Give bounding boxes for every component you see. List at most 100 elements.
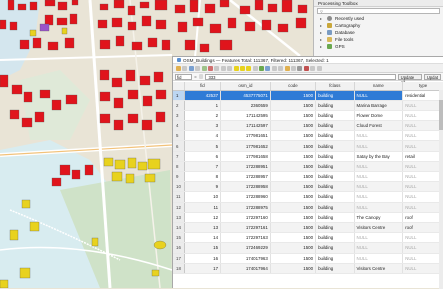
table-cell[interactable]: NULL (354, 181, 404, 193)
toolbox-item-cartography[interactable]: ▸ Cartography (314, 22, 443, 29)
table-cell[interactable]: 1500 (270, 191, 317, 203)
table-cell[interactable]: 10 (184, 191, 222, 203)
table-cell[interactable]: NULL (354, 90, 404, 101)
select-expression-icon[interactable] (233, 65, 239, 71)
table-row[interactable]: 5 4 177981651 1500 building NULL NULL (173, 130, 443, 142)
row-number-cell[interactable]: 15 (173, 232, 185, 244)
table-row[interactable]: 8 7 172288951 1500 building NULL NULL (173, 161, 443, 173)
table-cell[interactable]: building (315, 263, 355, 274)
row-number-cell[interactable]: 1 (173, 90, 185, 101)
table-row[interactable]: 18 17 174017964 1500 building Visitors Centre… (173, 263, 443, 274)
field-calculator-icon[interactable] (297, 65, 303, 71)
table-row[interactable]: 15 14 172297163 1500 building NULL NULL (173, 232, 443, 244)
table-cell[interactable]: NULL (402, 263, 443, 274)
table-cell[interactable]: NULL (402, 130, 443, 142)
expand-arrow-icon[interactable]: ▸ (320, 29, 324, 36)
table-cell[interactable]: NULL (354, 130, 404, 142)
row-number-cell[interactable]: 12 (173, 202, 185, 213)
table-row[interactable]: 14 13 172297161 1500 building Visitors Centre… (173, 222, 443, 234)
expression-input[interactable]: 333 (205, 73, 396, 80)
table-row[interactable]: 4 3 171142597 1500 building Cloud Forest NULL (173, 120, 443, 132)
table-row[interactable]: 17 16 174017963 1500 building NULL NULL (173, 253, 443, 264)
toggle-edit-icon[interactable] (176, 65, 181, 71)
row-number-cell[interactable]: 11 (173, 191, 185, 203)
row-number-cell[interactable]: 18 (173, 263, 185, 274)
conditional-formatting-icon[interactable] (303, 65, 309, 71)
row-number-cell[interactable]: 8 (173, 161, 185, 173)
table-cell[interactable]: building (315, 161, 355, 173)
update-selected-button[interactable]: Updat (423, 73, 441, 80)
table-cell[interactable]: NULL (402, 242, 443, 254)
update-all-button[interactable]: Update All (397, 73, 422, 85)
table-cell[interactable]: NULL (402, 202, 443, 213)
row-number-cell[interactable]: 3 (173, 110, 185, 122)
table-cell[interactable]: 1500 (270, 140, 317, 152)
table-cell[interactable]: 171142597 (220, 120, 271, 132)
actions-icon[interactable] (316, 65, 322, 71)
reload-icon[interactable] (195, 65, 201, 71)
save-edits-icon[interactable] (188, 65, 194, 71)
table-cell[interactable]: NULL (402, 181, 443, 193)
table-cell[interactable]: 5 (184, 140, 222, 152)
table-cell[interactable]: NULL (402, 100, 443, 111)
table-cell[interactable]: building (315, 191, 355, 203)
move-selection-top-icon[interactable] (265, 65, 271, 71)
row-number-cell[interactable]: 2 (173, 100, 185, 111)
table-cell[interactable]: NULL (402, 110, 443, 122)
table-cell[interactable]: NULL (354, 242, 404, 254)
table-cell[interactable]: building (315, 222, 355, 234)
table-cell[interactable]: building (315, 181, 355, 193)
table-cell[interactable]: building (315, 140, 355, 152)
row-number-cell[interactable]: 16 (173, 242, 185, 254)
table-cell[interactable]: NULL (402, 191, 443, 203)
table-cell[interactable]: 172469229 (220, 242, 271, 254)
table-cell[interactable]: 1500 (270, 263, 317, 274)
table-cell[interactable]: roof (402, 212, 443, 223)
table-cell[interactable]: 1500 (270, 110, 317, 122)
table-cell[interactable]: Cloud Forest (354, 120, 404, 132)
column-header[interactable]: fclass (315, 82, 355, 91)
table-cell[interactable]: NULL (354, 253, 404, 264)
table-cell[interactable]: 172288957 (220, 171, 271, 183)
table-cell[interactable]: building (315, 130, 355, 142)
table-cell[interactable]: NULL (402, 161, 443, 173)
table-cell[interactable]: 174017963 (220, 253, 271, 264)
zoom-to-selected-icon[interactable] (278, 65, 284, 71)
table-row[interactable]: 9 8 172288957 1500 building NULL NULL (173, 171, 443, 183)
vertical-scrollbar[interactable] (439, 90, 443, 289)
filter-icon[interactable] (259, 65, 265, 71)
table-cell[interactable]: 8 (184, 171, 222, 183)
table-cell[interactable]: NULL (354, 232, 404, 244)
table-cell[interactable]: Visitors Centre (354, 263, 404, 274)
table-cell[interactable]: retail (402, 151, 443, 162)
table-cell[interactable]: building (315, 232, 355, 244)
multi-edit-icon[interactable] (182, 65, 188, 71)
row-number-cell[interactable]: 13 (173, 212, 185, 223)
table-cell[interactable]: 174017964 (220, 263, 271, 274)
table-cell[interactable]: building (315, 90, 355, 101)
table-cell[interactable]: 2360559 (220, 100, 271, 111)
toolbox-search-input[interactable]: ⚲ (317, 8, 440, 14)
table-cell[interactable]: NULL (354, 140, 404, 152)
table-row[interactable]: 10 9 172288958 1500 building NULL NULL (173, 181, 443, 193)
table-cell[interactable]: 1500 (270, 130, 317, 142)
table-cell[interactable]: 172288951 (220, 161, 271, 173)
delete-feature-icon[interactable] (207, 65, 213, 71)
row-number-cell[interactable]: 17 (173, 253, 185, 264)
row-number-cell[interactable]: 6 (173, 140, 185, 152)
copy-icon[interactable] (220, 65, 226, 71)
table-cell[interactable]: 172297163 (220, 232, 271, 244)
table-cell[interactable]: NULL (402, 140, 443, 152)
table-cell[interactable]: 177981652 (220, 140, 271, 152)
table-cell[interactable]: 172288960 (220, 191, 271, 203)
table-cell[interactable]: 1500 (270, 100, 317, 111)
expand-arrow-icon[interactable]: ▸ (320, 22, 324, 29)
column-header[interactable]: osm_id (220, 82, 271, 91)
row-number-header[interactable] (173, 82, 185, 91)
table-cell[interactable]: 17 (184, 263, 222, 274)
table-cell[interactable]: 1500 (270, 212, 317, 223)
table-cell[interactable]: The Canopy (354, 212, 404, 223)
delete-field-icon[interactable] (291, 65, 297, 71)
row-number-cell[interactable]: 7 (173, 151, 185, 162)
toolbox-item-database[interactable]: ▸ Database (314, 29, 443, 36)
